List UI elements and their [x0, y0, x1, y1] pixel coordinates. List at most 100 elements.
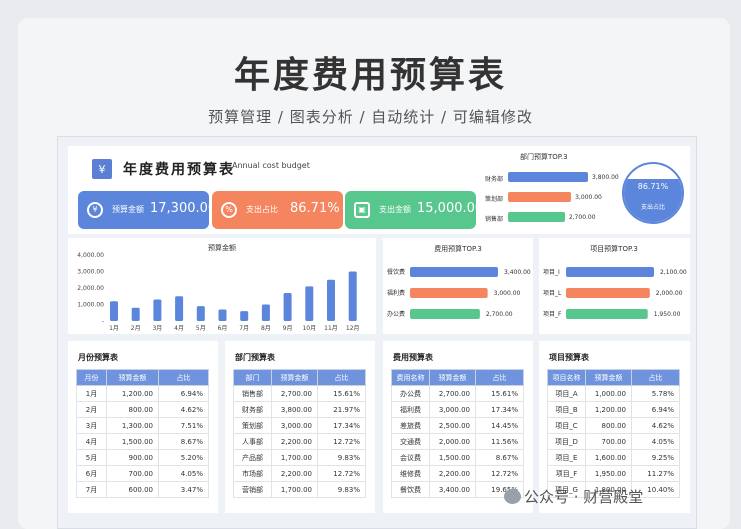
table-title: 项目预算表	[549, 353, 589, 362]
column-header: 项目名称	[547, 369, 586, 386]
table-cell: 12.72%	[317, 465, 366, 482]
table-cell: 2,200.00	[271, 465, 318, 482]
table-cell: 项目_C	[547, 417, 586, 434]
table-header-row: 费用名称 预算金额 占比	[391, 369, 524, 386]
table-cell: 办公费	[391, 385, 430, 402]
spend-ratio-gauge: 86.71% 支出占比	[622, 162, 684, 224]
table-cell: 2,700.00	[429, 385, 476, 402]
table-title: 费用预算表	[393, 353, 433, 362]
kpi-value: 86.71%	[290, 201, 340, 216]
top3-bar	[410, 288, 488, 298]
table-cell: 项目_D	[547, 433, 586, 450]
kpi-value: 15,000.00	[417, 201, 484, 216]
table-cell: 4.05%	[158, 465, 209, 482]
table-cell: 1,500.00	[106, 433, 159, 450]
category-label: 餐饮费	[387, 268, 405, 276]
table-cell: 9.83%	[317, 481, 366, 498]
top3-bar	[566, 309, 648, 319]
table-cell: 4.05%	[631, 433, 680, 450]
table-cell: 3,000.00	[429, 401, 476, 418]
percent-icon: %	[221, 202, 237, 218]
table-row: 7月 600.00 3.47%	[76, 481, 209, 498]
table-cell: 1,500.00	[429, 449, 476, 466]
wallet-icon: ▣	[354, 202, 370, 218]
table-cell: 维修费	[391, 465, 430, 482]
table-cell: 差旅费	[391, 417, 430, 434]
value-label: 2,700.00	[486, 311, 513, 318]
table-row: 2月 800.00 4.62%	[76, 401, 209, 418]
table-cell: 2,500.00	[429, 417, 476, 434]
table-cell: 5月	[76, 449, 107, 466]
table-cell: 700.00	[585, 433, 632, 450]
y-tick-label: 1,000.00	[77, 302, 104, 309]
category-label: 项目_F	[543, 311, 562, 318]
column-header: 部门	[233, 369, 272, 386]
dept-bar-value: 3,000.00	[575, 194, 602, 201]
x-tick-label: 5月	[196, 325, 206, 332]
table-cell: 项目_E	[547, 449, 586, 466]
kpi-label: 支出金额	[379, 205, 411, 214]
table-cell: 项目_F	[547, 465, 586, 482]
top3-bar	[410, 267, 498, 277]
category-label: 项目_I	[543, 269, 560, 276]
table-cell: 700.00	[106, 465, 159, 482]
column-header: 预算金额	[106, 369, 159, 386]
table-header-row: 部门 预算金额 占比	[233, 369, 366, 386]
x-tick-label: 10月	[302, 325, 316, 332]
table-cell: 900.00	[106, 449, 159, 466]
table-row: 5月 900.00 5.20%	[76, 449, 209, 466]
expense-top3-panel: 费用预算TOP.3 餐饮费 3,400.00 福利费 3,000.00 办公费 2,700.…	[383, 238, 533, 334]
table-cell: 12.72%	[475, 465, 524, 482]
table-row: 3月 1,300.00 7.51%	[76, 417, 209, 434]
column-header: 预算金额	[585, 369, 632, 386]
table-cell: 福利费	[391, 401, 430, 418]
month-bar	[261, 304, 270, 321]
kpi-label: 支出占比	[246, 205, 278, 214]
value-label: 2,000.00	[656, 290, 683, 297]
x-tick-label: 6月	[218, 325, 228, 332]
table-header-row: 项目名称 预算金额 占比	[547, 369, 680, 386]
month-bar	[218, 309, 227, 321]
table-row: 6月 700.00 4.05%	[76, 465, 209, 482]
hero-subtitle: 预算管理 / 图表分析 / 自动统计 / 可编辑修改	[208, 108, 533, 126]
table-row: 营销部 1,700.00 9.83%	[233, 481, 366, 498]
dept-top3-title: 部门预算TOP.3	[520, 153, 568, 161]
table-cell: 15.61%	[317, 385, 366, 402]
table-cell: 5.78%	[631, 385, 680, 402]
table-cell: 14.45%	[475, 417, 524, 434]
value-label: 1,950.00	[654, 311, 681, 318]
table-cell: 策划部	[233, 417, 272, 434]
table-cell: 1,200.00	[106, 385, 159, 402]
project-top3-chart: 项目预算TOP.3 项目_I 2,100.00 项目_L 2,000.00 项目_F 1,9…	[543, 244, 687, 319]
kpi-ratio-card: % 支出占比 86.71%	[212, 191, 343, 229]
x-tick-label: 12月	[346, 325, 360, 332]
month-bar	[327, 279, 335, 321]
table-cell: 12.72%	[317, 433, 366, 450]
table-row: 办公费 2,700.00 15.61%	[391, 385, 524, 402]
table-cell: 800.00	[106, 401, 159, 418]
table-cell: 8.67%	[475, 449, 524, 466]
month-bar	[110, 301, 118, 321]
table-cell: 6.94%	[158, 385, 209, 402]
table-cell: 9.83%	[317, 449, 366, 466]
dept-bar-value: 2,700.00	[568, 214, 596, 221]
table-cell: 8.67%	[158, 433, 209, 450]
table-row: 人事部 2,200.00 12.72%	[233, 433, 366, 450]
project-top3-panel: 项目预算TOP.3 项目_I 2,100.00 项目_L 2,000.00 项目_F 1,9…	[539, 238, 690, 334]
table-row: 会议费 1,500.00 8.67%	[391, 449, 524, 466]
table-cell: 项目_B	[547, 401, 586, 418]
table-cell: 1,000.00	[585, 385, 632, 402]
chart-title: 费用预算TOP.3	[434, 244, 482, 253]
table-cell: 21.97%	[317, 401, 366, 418]
column-header: 占比	[158, 369, 209, 386]
table-cell: 11.27%	[631, 465, 680, 482]
dept-bar-label: 财务部	[485, 176, 504, 183]
table-cell: 4.62%	[158, 401, 209, 418]
month-bar	[240, 311, 249, 321]
column-header: 预算金额	[271, 369, 318, 386]
hero-title: 年度费用预算表	[233, 55, 507, 96]
table-row: 市场部 2,200.00 12.72%	[233, 465, 366, 482]
dept-bar	[508, 192, 572, 202]
budget-table: 项目名称 预算金额 占比 项目_A 1,000.00 5.78% 项目_B 1,200.00 6…	[547, 369, 680, 498]
category-label: 福利费	[387, 289, 405, 297]
